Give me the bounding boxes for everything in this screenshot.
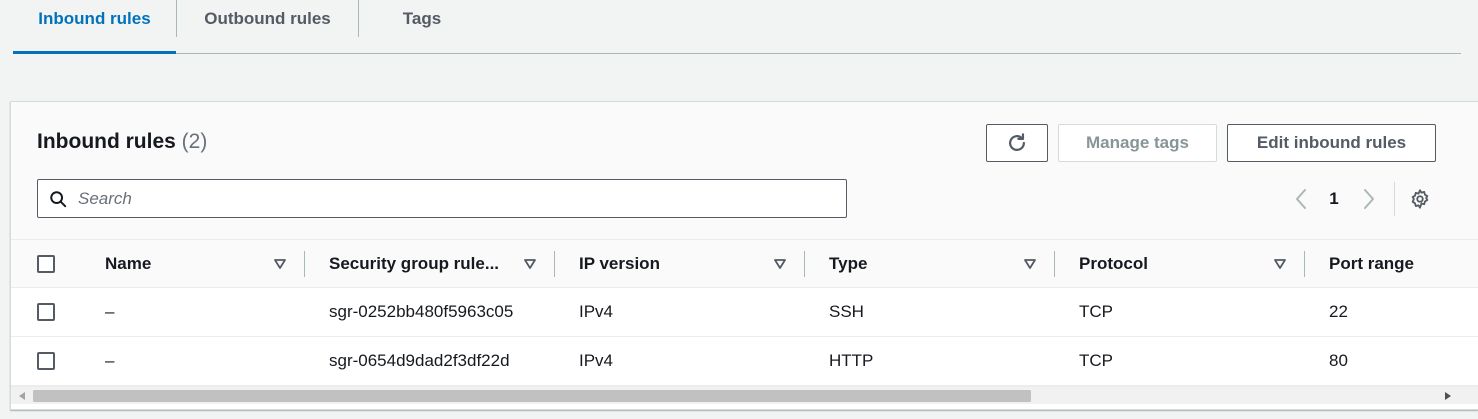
panel-header [11,102,1478,239]
sort-down-icon[interactable] [773,257,787,271]
next-page-button[interactable] [1356,180,1382,218]
manage-tags-button[interactable]: Manage tags [1058,124,1217,162]
cell-ip-version: IPv4 [579,302,614,321]
tab-bar: Inbound rules Outbound rules Tags [13,0,1461,54]
row-checkbox[interactable] [37,303,55,321]
chevron-left-icon [1296,189,1306,209]
select-all-cell [37,240,67,287]
sort-down-icon[interactable] [1023,257,1037,271]
table-row[interactable]: – sgr-0654d9dad2f3df22d IPv4 HTTP TCP 80 [11,337,1478,386]
column-resizer[interactable] [1054,251,1055,277]
column-header-type[interactable]: Type [829,240,867,287]
row-select-cell [37,288,67,336]
edit-inbound-rules-button[interactable]: Edit inbound rules [1227,124,1436,162]
pagination-divider [1394,182,1395,216]
column-header-ip-version[interactable]: IP version [579,240,660,287]
tab-label: Tags [402,8,442,28]
column-header-security-group-rule[interactable]: Security group rule... [329,240,499,287]
table-header: Name Security group rule... IP version T… [11,239,1478,288]
horizontal-scrollbar[interactable] [11,386,1478,404]
cell-port-range: 22 [1329,302,1348,321]
cell-protocol: TCP [1079,351,1113,370]
panel-title-text: Inbound rules [37,130,176,153]
column-resizer[interactable] [304,251,305,277]
refresh-icon [1009,133,1025,151]
scrollbar-thumb[interactable] [33,390,1031,402]
previous-page-button[interactable] [1288,180,1314,218]
cell-port-range: 80 [1329,351,1348,370]
column-header-protocol[interactable]: Protocol [1079,240,1148,287]
search-icon [38,190,78,208]
tab-inbound-rules[interactable]: Inbound rules [13,0,176,54]
column-resizer[interactable] [1304,251,1305,277]
search-input[interactable] [78,180,846,217]
chevron-right-icon [1364,189,1374,209]
cell-ip-version: IPv4 [579,351,614,370]
sort-down-icon[interactable] [1273,257,1287,271]
cell-security-group-rule-id: sgr-0252bb480f5963c05 [329,302,514,321]
cell-name: – [105,302,115,321]
gear-icon [1411,189,1429,209]
current-page-number[interactable]: 1 [1323,180,1345,218]
cell-name: – [105,351,115,370]
select-all-checkbox[interactable] [37,254,55,273]
search-box [37,179,847,218]
rule-count: (2) [181,130,208,153]
scroll-left-arrow-icon[interactable] [17,391,27,401]
sort-down-icon[interactable] [523,257,537,271]
row-checkbox[interactable] [37,352,55,370]
table-row[interactable]: – sgr-0252bb480f5963c05 IPv4 SSH TCP 22 [11,288,1478,337]
column-resizer[interactable] [804,251,805,277]
inbound-rules-panel: Inbound rules (2) Manage tags Edit inbou… [10,101,1478,410]
column-header-name[interactable]: Name [105,240,151,287]
tab-tags[interactable]: Tags [359,0,485,53]
panel-title: Inbound rules (2) [37,130,207,154]
cell-type: HTTP [829,351,874,370]
sort-down-icon[interactable] [273,257,287,271]
refresh-button[interactable] [986,124,1048,162]
tab-outbound-rules[interactable]: Outbound rules [177,0,358,53]
scroll-right-arrow-icon[interactable] [1443,391,1453,401]
column-resizer[interactable] [554,251,555,277]
cell-protocol: TCP [1079,302,1113,321]
row-select-cell [37,337,67,385]
tab-label: Outbound rules [204,8,331,28]
tab-label: Inbound rules [38,8,151,28]
column-header-port-range[interactable]: Port range [1329,240,1414,287]
cell-type: SSH [829,302,864,321]
preferences-button[interactable] [1407,180,1433,218]
cell-security-group-rule-id: sgr-0654d9dad2f3df22d [329,351,510,370]
